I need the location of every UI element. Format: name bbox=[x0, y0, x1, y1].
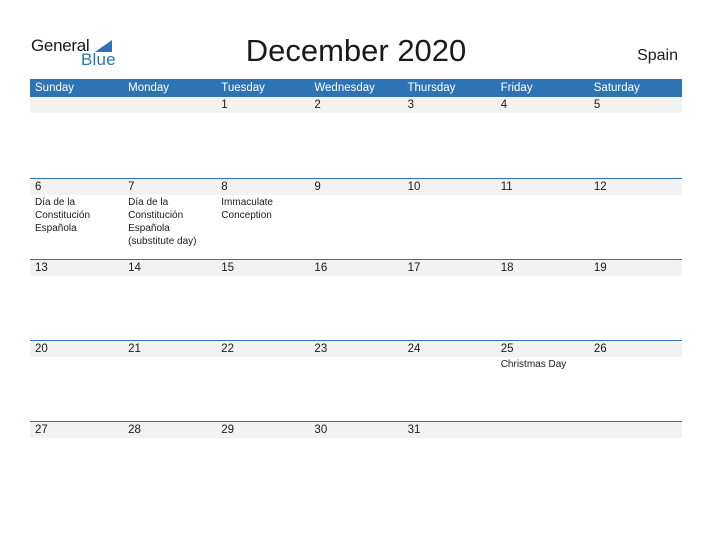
day-number: 23 bbox=[314, 343, 328, 355]
calendar-title: December 2020 bbox=[245, 33, 467, 68]
day-cell: 10 bbox=[403, 179, 496, 260]
day-number: 22 bbox=[221, 343, 235, 355]
day-number: 14 bbox=[128, 262, 141, 274]
day-cell: 3 bbox=[403, 97, 496, 178]
day-cell: 17 bbox=[403, 260, 496, 341]
day-cell: 26 bbox=[589, 341, 682, 422]
day-number: 16 bbox=[314, 262, 328, 274]
day-number: 2 bbox=[314, 99, 321, 111]
day-number: 25 bbox=[500, 343, 514, 355]
day-number: 6 bbox=[35, 181, 42, 193]
day-cell bbox=[589, 422, 682, 503]
day-number bbox=[128, 97, 216, 113]
holiday-label: Immaculate Conception bbox=[221, 197, 273, 221]
day-cell: 14 bbox=[123, 260, 216, 341]
day-number: 26 bbox=[593, 343, 607, 355]
day-cell: 24 bbox=[403, 341, 496, 422]
day-cell: 29 bbox=[216, 422, 309, 503]
holiday-label: Christmas Day bbox=[500, 359, 567, 370]
day-cell bbox=[123, 97, 216, 178]
day-number: 3 bbox=[407, 99, 414, 111]
day-number bbox=[35, 97, 123, 113]
weekday-friday: Friday bbox=[500, 82, 533, 94]
day-cell: 11 bbox=[496, 179, 589, 260]
country-label: Spain bbox=[637, 47, 678, 64]
day-number: 21 bbox=[128, 343, 141, 355]
day-cell: 4 bbox=[496, 97, 589, 178]
day-number: 20 bbox=[35, 343, 48, 355]
week-row: 1 2 3 4 5 bbox=[30, 97, 682, 178]
weekday-tuesday: Tuesday bbox=[221, 82, 265, 94]
day-number: 27 bbox=[35, 424, 48, 436]
day-number: 17 bbox=[407, 262, 421, 274]
day-number: 11 bbox=[500, 181, 513, 193]
day-number: 8 bbox=[221, 181, 228, 193]
day-cell: 27 bbox=[30, 422, 123, 503]
day-number bbox=[501, 422, 589, 438]
day-number: 29 bbox=[221, 424, 235, 436]
day-cell: 6 Día de la Constitución Española bbox=[30, 179, 123, 260]
weekday-header: Sunday Monday Tuesday Wednesday Thursday… bbox=[30, 79, 682, 97]
day-cell: 5 bbox=[589, 97, 682, 178]
day-cell: 12 bbox=[589, 179, 682, 260]
day-cell bbox=[496, 422, 589, 503]
holiday-label: Día de la Constitución Española bbox=[35, 197, 91, 234]
day-cell: 31 bbox=[403, 422, 496, 503]
day-cell: 2 bbox=[309, 97, 402, 178]
day-cell: 22 bbox=[216, 341, 309, 422]
day-number: 9 bbox=[314, 181, 321, 193]
day-number: 5 bbox=[593, 99, 601, 111]
day-number: 30 bbox=[314, 424, 328, 436]
week-row: 6 Día de la Constitución Española 7 Día de … bbox=[30, 178, 682, 260]
weekday-sunday: Sunday bbox=[35, 82, 75, 94]
day-cell: 23 bbox=[309, 341, 402, 422]
day-number: 4 bbox=[500, 99, 508, 111]
weekday-wednesday: Wednesday bbox=[314, 82, 375, 94]
weekday-monday: Monday bbox=[128, 82, 170, 94]
day-cell: 1 bbox=[216, 97, 309, 178]
week-row: 13 14 15 16 17 18 19 bbox=[30, 259, 682, 341]
day-number: 13 bbox=[35, 262, 48, 274]
day-number: 31 bbox=[407, 424, 421, 436]
day-number: 19 bbox=[593, 262, 607, 274]
week-row: 27 28 29 30 31 bbox=[30, 421, 682, 503]
day-cell: 19 bbox=[589, 260, 682, 341]
day-cell: 13 bbox=[30, 260, 123, 341]
day-cell: 30 bbox=[309, 422, 402, 503]
day-number: 1 bbox=[221, 99, 228, 111]
day-cell: 20 bbox=[30, 341, 123, 422]
weekday-thursday: Thursday bbox=[407, 82, 456, 94]
day-cell: 7 Día de la Constitución Española (substi… bbox=[123, 179, 216, 260]
day-number: 18 bbox=[500, 262, 514, 274]
day-number: 28 bbox=[128, 424, 141, 436]
day-cell: 28 bbox=[123, 422, 216, 503]
day-cell: 18 bbox=[496, 260, 589, 341]
day-cell: 8 Immaculate Conception bbox=[216, 179, 309, 260]
day-number: 7 bbox=[128, 181, 135, 193]
day-cell: 16 bbox=[309, 260, 402, 341]
week-row: 20 21 22 23 24 25 Christmas Day 26 bbox=[30, 340, 682, 422]
day-number: 12 bbox=[593, 181, 607, 193]
day-number: 24 bbox=[407, 343, 421, 355]
day-cell: 9 bbox=[309, 179, 402, 260]
day-cell: 21 bbox=[123, 341, 216, 422]
day-number: 10 bbox=[407, 181, 421, 193]
day-cell bbox=[30, 97, 123, 178]
day-number: 15 bbox=[221, 262, 235, 274]
day-cell: 25 Christmas Day bbox=[496, 341, 589, 422]
holiday-label: Día de la Constitución Española (substit… bbox=[128, 197, 197, 247]
day-cell: 15 bbox=[216, 260, 309, 341]
weekday-saturday: Saturday bbox=[593, 82, 640, 94]
day-number bbox=[594, 422, 682, 438]
